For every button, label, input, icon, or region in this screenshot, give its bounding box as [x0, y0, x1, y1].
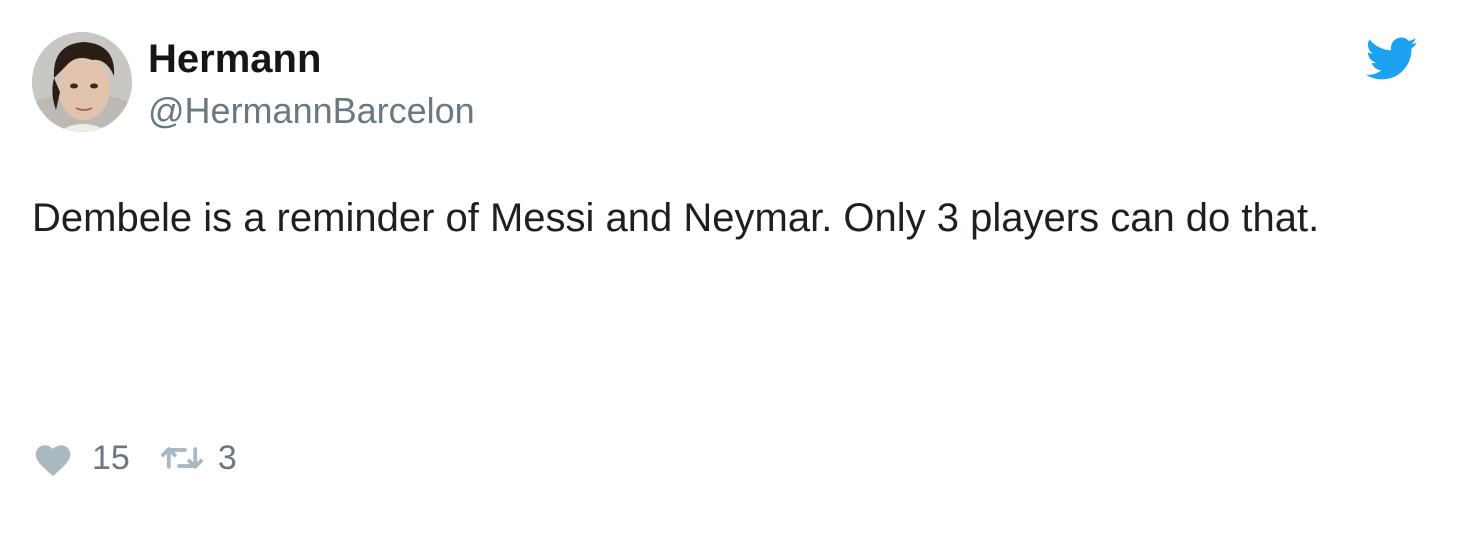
retweet-count: 3	[217, 438, 237, 477]
tweet-card: Hermann @HermannBarcelon Dembele is a re…	[0, 0, 1460, 538]
tweet-text: Dembele is a reminder of Messi and Neyma…	[32, 196, 1320, 240]
heart-icon	[32, 439, 74, 477]
user-display-name[interactable]: Hermann	[148, 34, 321, 84]
twitter-bird-icon[interactable]	[1365, 36, 1418, 82]
tweet-actions: 15 3	[32, 434, 237, 482]
like-count: 15	[92, 438, 130, 477]
avatar[interactable]	[32, 32, 132, 132]
retweet-button[interactable]: 3	[160, 439, 237, 478]
like-button[interactable]: 15	[32, 439, 130, 478]
retweet-icon	[160, 443, 204, 473]
user-handle[interactable]: @HermannBarcelon	[148, 88, 475, 134]
